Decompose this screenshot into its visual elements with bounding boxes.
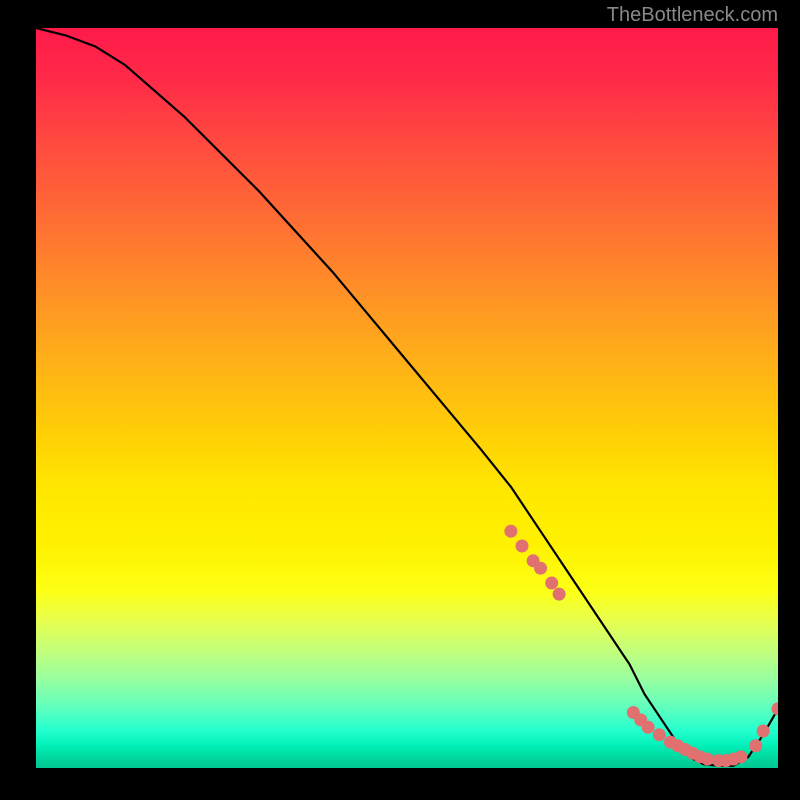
bottleneck-curve (36, 28, 778, 766)
data-point (757, 725, 770, 738)
watermark-text: TheBottleneck.com (607, 4, 778, 27)
data-point (772, 702, 779, 715)
data-point (653, 728, 666, 741)
chart-svg (36, 28, 778, 768)
data-point (553, 588, 566, 601)
data-point (701, 753, 714, 766)
data-point (504, 525, 517, 538)
data-point (545, 577, 558, 590)
scatter-points (504, 525, 778, 767)
chart-container: TheBottleneck.com (0, 0, 800, 800)
data-point (734, 750, 747, 763)
data-point (642, 721, 655, 734)
plot-area (36, 28, 778, 768)
data-point (516, 540, 529, 553)
data-point (749, 739, 762, 752)
data-point (534, 562, 547, 575)
